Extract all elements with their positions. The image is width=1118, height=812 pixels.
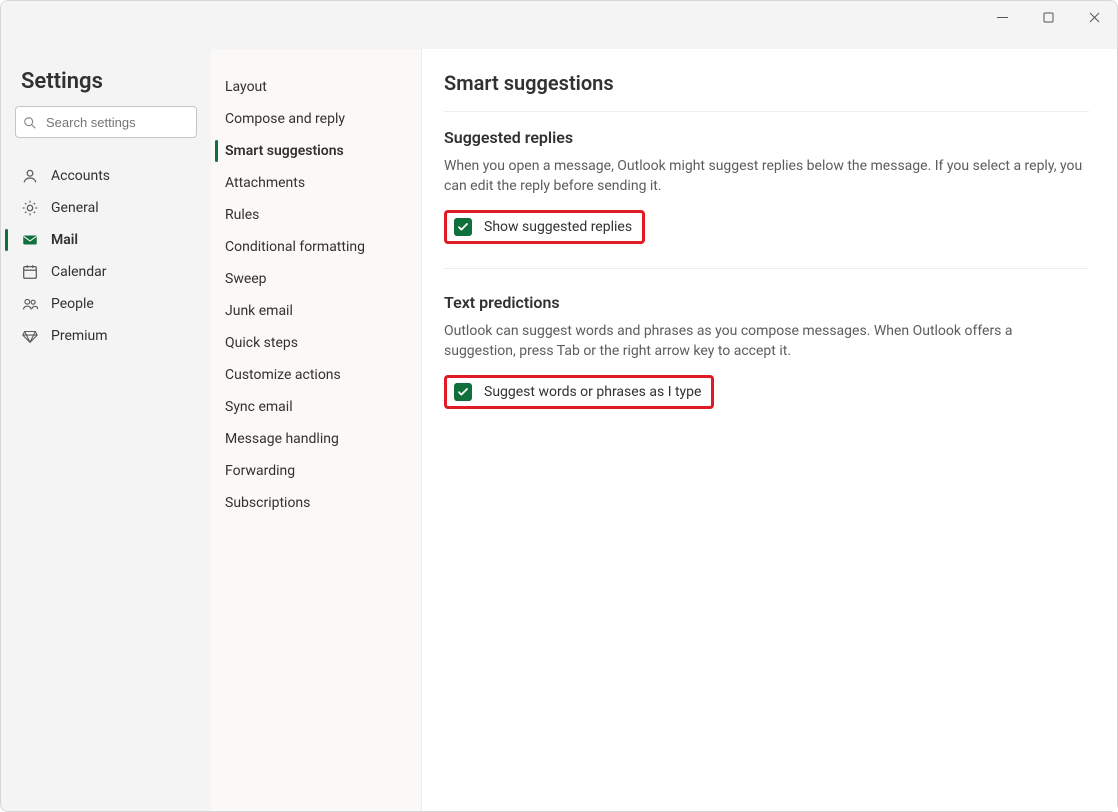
- calendar-icon: [21, 263, 39, 281]
- sidebar-item-people[interactable]: People: [1, 288, 211, 320]
- show-suggested-replies-option[interactable]: Show suggested replies: [444, 210, 645, 244]
- settings-category-list: Accounts General Mail: [1, 152, 211, 352]
- settings-heading: Settings: [1, 63, 211, 106]
- subnav-item-conditional-formatting[interactable]: Conditional formatting: [211, 231, 421, 263]
- sidebar-item-label: Premium: [51, 328, 108, 344]
- subnav-item-label: Compose and reply: [225, 111, 345, 127]
- window-close-button[interactable]: [1071, 1, 1117, 33]
- page-title: Smart suggestions: [444, 71, 1089, 112]
- sidebar-item-label: Calendar: [51, 264, 107, 280]
- subnav-item-message-handling[interactable]: Message handling: [211, 423, 421, 455]
- sidebar-item-mail[interactable]: Mail: [1, 224, 211, 256]
- search-settings-field[interactable]: [15, 106, 197, 138]
- subnav-item-label: Quick steps: [225, 335, 298, 351]
- settings-window: Settings Accounts: [0, 0, 1118, 812]
- search-input[interactable]: [15, 106, 197, 138]
- checkbox-label: Show suggested replies: [484, 219, 632, 235]
- subnav-item-rules[interactable]: Rules: [211, 199, 421, 231]
- people-icon: [21, 295, 39, 313]
- section-heading: Suggested replies: [444, 128, 1089, 147]
- sidebar-item-general[interactable]: General: [1, 192, 211, 224]
- subnav-item-label: Message handling: [225, 431, 339, 447]
- subnav-item-label: Sync email: [225, 399, 293, 415]
- subnav-item-sync-email[interactable]: Sync email: [211, 391, 421, 423]
- subnav-item-subscriptions[interactable]: Subscriptions: [211, 487, 421, 519]
- sidebar-item-label: General: [51, 200, 99, 216]
- subnav-item-label: Junk email: [225, 303, 293, 319]
- subnav-item-forwarding[interactable]: Forwarding: [211, 455, 421, 487]
- subnav-item-label: Sweep: [225, 271, 267, 287]
- checkbox-checked-icon: [454, 383, 472, 401]
- window-maximize-button[interactable]: [1025, 1, 1071, 33]
- window-titlebar: [1, 1, 1117, 49]
- settings-left-sidebar: Settings Accounts: [1, 49, 211, 811]
- sidebar-item-label: Mail: [51, 232, 78, 248]
- subnav-item-smart-suggestions[interactable]: Smart suggestions: [211, 135, 421, 167]
- sidebar-item-accounts[interactable]: Accounts: [1, 160, 211, 192]
- mail-icon: [21, 231, 39, 249]
- settings-content-pane: Smart suggestions Suggested replies When…: [421, 49, 1117, 811]
- section-suggested-replies: Suggested replies When you open a messag…: [444, 128, 1089, 269]
- person-icon: [21, 167, 39, 185]
- sidebar-item-calendar[interactable]: Calendar: [1, 256, 211, 288]
- subnav-item-label: Rules: [225, 207, 259, 223]
- subnav-item-layout[interactable]: Layout: [211, 71, 421, 103]
- subnav-item-label: Customize actions: [225, 367, 341, 383]
- subnav-item-label: Smart suggestions: [225, 143, 344, 159]
- sidebar-item-premium[interactable]: Premium: [1, 320, 211, 352]
- section-description: When you open a message, Outlook might s…: [444, 157, 1084, 196]
- subnav-item-label: Conditional formatting: [225, 239, 365, 255]
- subnav-item-label: Subscriptions: [225, 495, 310, 511]
- suggest-words-option[interactable]: Suggest words or phrases as I type: [444, 375, 714, 409]
- search-icon: [23, 115, 37, 129]
- gear-icon: [21, 199, 39, 217]
- subnav-item-label: Layout: [225, 79, 267, 95]
- subnav-item-quick-steps[interactable]: Quick steps: [211, 327, 421, 359]
- sidebar-item-label: Accounts: [51, 168, 110, 184]
- subnav-item-attachments[interactable]: Attachments: [211, 167, 421, 199]
- subnav-item-label: Forwarding: [225, 463, 295, 479]
- subnav-item-compose-and-reply[interactable]: Compose and reply: [211, 103, 421, 135]
- subnav-item-label: Attachments: [225, 175, 305, 191]
- subnav-item-junk-email[interactable]: Junk email: [211, 295, 421, 327]
- checkbox-checked-icon: [454, 218, 472, 236]
- diamond-icon: [21, 327, 39, 345]
- checkbox-label: Suggest words or phrases as I type: [484, 384, 701, 400]
- section-description: Outlook can suggest words and phrases as…: [444, 322, 1084, 361]
- subnav-item-customize-actions[interactable]: Customize actions: [211, 359, 421, 391]
- subnav-item-sweep[interactable]: Sweep: [211, 263, 421, 295]
- window-minimize-button[interactable]: [979, 1, 1025, 33]
- section-text-predictions: Text predictions Outlook can suggest wor…: [444, 293, 1089, 433]
- sidebar-item-label: People: [51, 296, 94, 312]
- section-heading: Text predictions: [444, 293, 1089, 312]
- mail-settings-subnav: Layout Compose and reply Smart suggestio…: [211, 49, 421, 811]
